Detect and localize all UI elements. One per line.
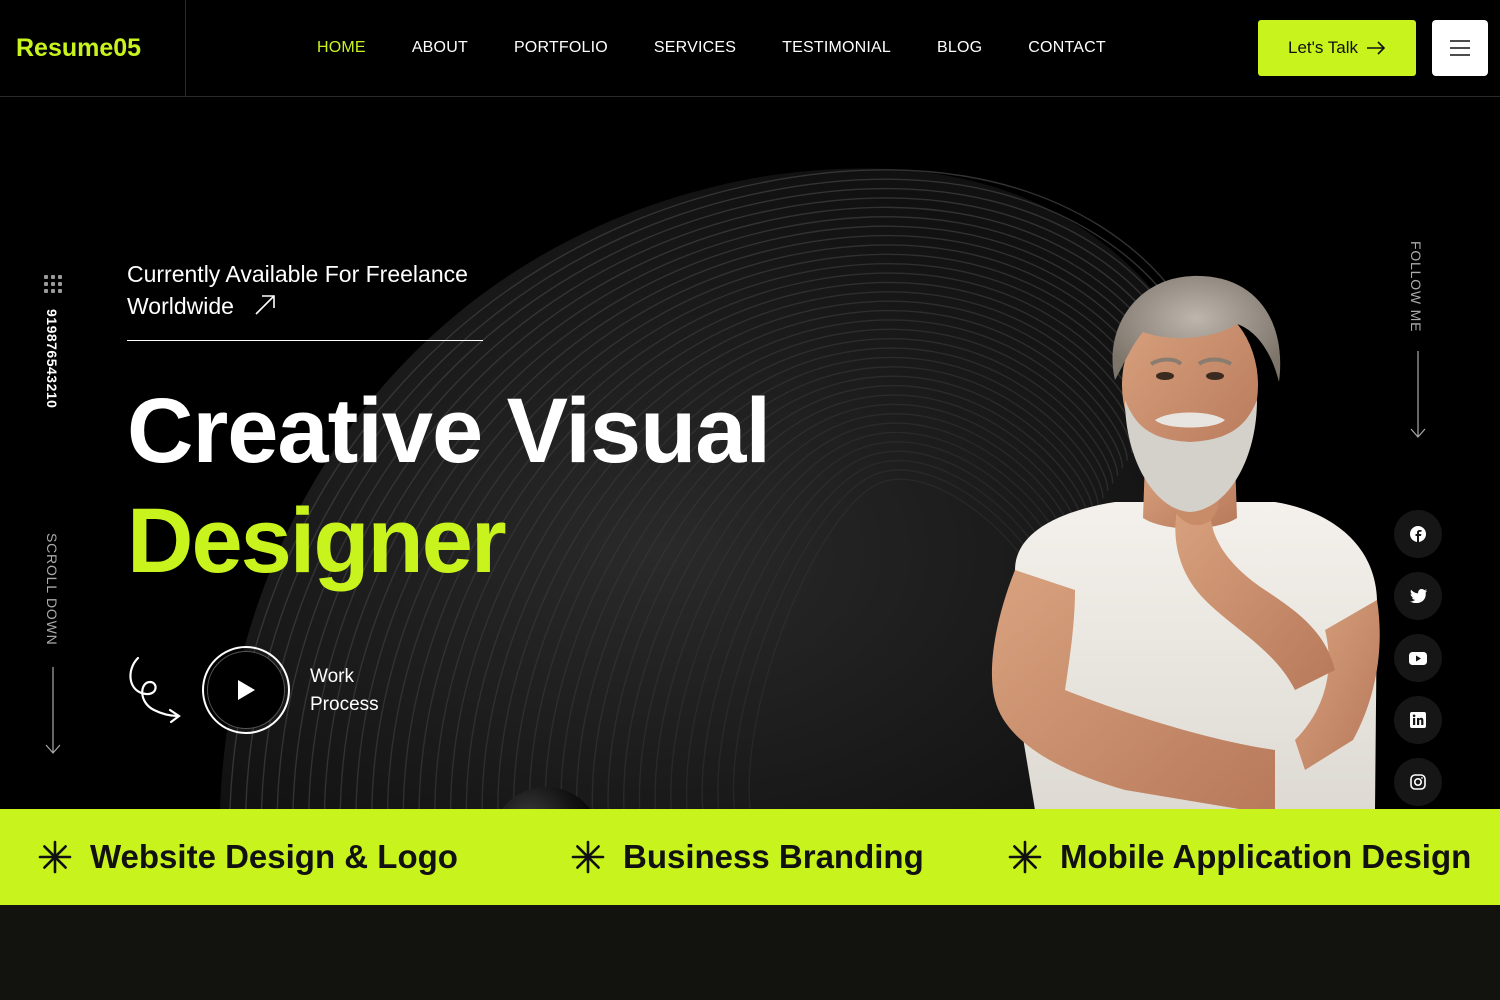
main-nav: HOME ABOUT PORTFOLIO SERVICES TESTIMONIA… [317, 0, 1152, 96]
asterisk-icon [571, 840, 605, 874]
hamburger-menu-button[interactable] [1432, 20, 1488, 76]
asterisk-icon [1008, 840, 1042, 874]
social-links [1394, 510, 1442, 806]
follow-me-label: FOLLOW ME [1408, 241, 1424, 333]
lets-talk-label: Let's Talk [1287, 38, 1359, 57]
play-icon [238, 680, 255, 700]
play-video-button[interactable] [202, 646, 290, 734]
hero-section: 919876543210 SCROLL DOWN Currently Avail… [0, 97, 1500, 809]
asterisk-icon [38, 840, 72, 874]
grid-dots-icon [44, 275, 64, 293]
marquee-item: Business Branding [571, 809, 924, 905]
nav-portfolio[interactable]: PORTFOLIO [514, 39, 608, 57]
nav-about[interactable]: ABOUT [412, 39, 468, 57]
availability-text: Currently Available For Freelance Worldw… [127, 261, 468, 319]
marquee-item-label: Business Branding [623, 838, 924, 875]
scroll-down-label[interactable]: SCROLL DOWN [44, 533, 60, 646]
phone-grid [44, 275, 64, 293]
phone-number[interactable]: 919876543210 [44, 309, 60, 408]
twitter-icon [1409, 589, 1427, 603]
nav-testimonial[interactable]: TESTIMONIAL [782, 39, 891, 57]
facebook-icon [1410, 526, 1426, 542]
facebook-link[interactable] [1394, 510, 1442, 558]
designer-portrait [991, 275, 1380, 809]
lets-talk-button[interactable]: Let's Talk [1258, 20, 1416, 76]
nav-contact[interactable]: CONTACT [1028, 39, 1106, 57]
hero-title-line2: Designer [127, 490, 507, 592]
hamburger-icon [1450, 40, 1470, 56]
marquee-item-label: Mobile Application Design [1060, 838, 1472, 875]
follow-arrow-icon [1410, 351, 1426, 438]
work-process-label[interactable]: Work Process [310, 663, 400, 719]
youtube-icon [1409, 651, 1427, 665]
nav-home[interactable]: HOME [317, 39, 366, 57]
availability-link[interactable]: Currently Available For Freelance Worldw… [127, 258, 483, 341]
scroll-arrow-icon [45, 667, 61, 754]
squiggle-arrow-icon [129, 656, 181, 724]
instagram-icon [1410, 774, 1426, 790]
youtube-link[interactable] [1394, 634, 1442, 682]
nav-blog[interactable]: BLOG [937, 39, 982, 57]
site-header: Resume05 HOME ABOUT PORTFOLIO SERVICES T… [0, 0, 1500, 97]
arrow-up-right-icon [255, 295, 276, 315]
services-marquee: Website Design & Logo Business Branding … [0, 809, 1500, 905]
nav-services[interactable]: SERVICES [654, 39, 736, 57]
next-section-background [0, 905, 1500, 1000]
site-logo[interactable]: Resume05 [0, 0, 186, 96]
marquee-item: Website Design & Logo [38, 809, 458, 905]
marquee-item-label: Website Design & Logo [90, 838, 458, 875]
linkedin-link[interactable] [1394, 696, 1442, 744]
arrow-right-icon [1367, 41, 1386, 55]
instagram-link[interactable] [1394, 758, 1442, 806]
hero-title-line1: Creative Visual [127, 380, 771, 482]
twitter-link[interactable] [1394, 572, 1442, 620]
linkedin-icon [1410, 712, 1426, 728]
marquee-item: Mobile Application Design [1008, 809, 1471, 905]
